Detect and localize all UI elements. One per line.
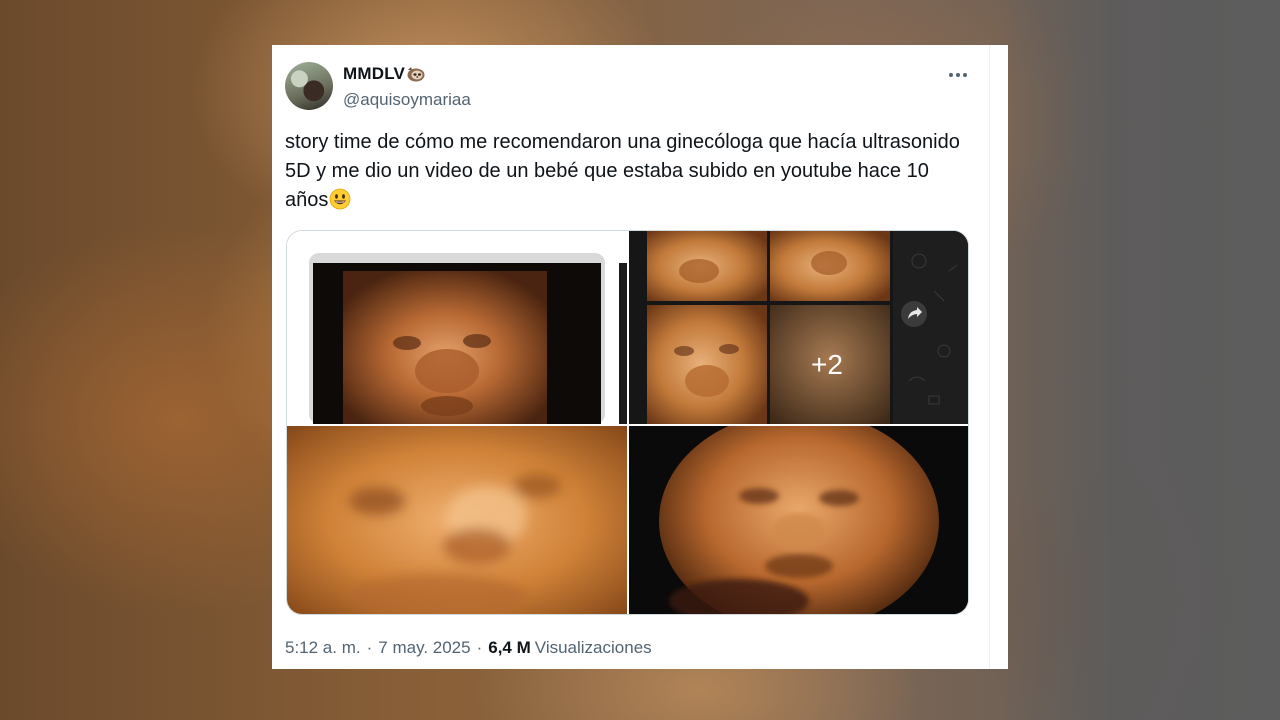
more-dot bbox=[956, 73, 960, 77]
background-gray-panel bbox=[1000, 0, 1280, 720]
tweet-time[interactable]: 5:12 a. m. bbox=[285, 638, 361, 658]
smiley-emoji-icon bbox=[329, 188, 351, 210]
avatar[interactable] bbox=[285, 62, 333, 110]
ultrasound-collage-art bbox=[629, 231, 968, 424]
user-handle[interactable]: @aquisoymariaa bbox=[343, 90, 471, 110]
more-dot bbox=[949, 73, 953, 77]
tweet-text-content: story time de cómo me recomendaron una g… bbox=[285, 131, 960, 211]
card-divider bbox=[989, 45, 990, 669]
more-dot bbox=[963, 73, 967, 77]
more-horizontal-icon[interactable] bbox=[944, 62, 972, 88]
ultrasound-closeup-art bbox=[287, 426, 627, 614]
media-image-ultrasound-screenshot[interactable] bbox=[287, 231, 627, 424]
tweet-metadata: 5:12 a. m. · 7 may. 2025 · 6,4 M Visuali… bbox=[285, 638, 652, 658]
more-images-count: +2 bbox=[811, 349, 843, 380]
views-count: 6,4 M bbox=[488, 638, 531, 657]
tweet-text: story time de cómo me recomendaron una g… bbox=[285, 128, 975, 215]
ultrasound-screenshot-art bbox=[287, 231, 627, 424]
media-image-ultrasound-collage[interactable]: +2 bbox=[629, 231, 968, 424]
sloth-emoji-icon bbox=[407, 67, 425, 82]
ultrasound-face-art bbox=[629, 426, 968, 614]
display-name[interactable]: MMDLV bbox=[343, 64, 426, 84]
display-name-text: MMDLV bbox=[343, 64, 406, 83]
media-image-ultrasound-face[interactable] bbox=[629, 426, 968, 614]
media-grid: +2 bbox=[286, 230, 969, 615]
media-image-ultrasound-closeup[interactable] bbox=[287, 426, 627, 614]
tweet-date[interactable]: 7 may. 2025 bbox=[378, 638, 470, 658]
views-label: Visualizaciones bbox=[534, 638, 652, 657]
separator-dot: · bbox=[476, 638, 483, 657]
separator-dot: · bbox=[366, 638, 373, 657]
